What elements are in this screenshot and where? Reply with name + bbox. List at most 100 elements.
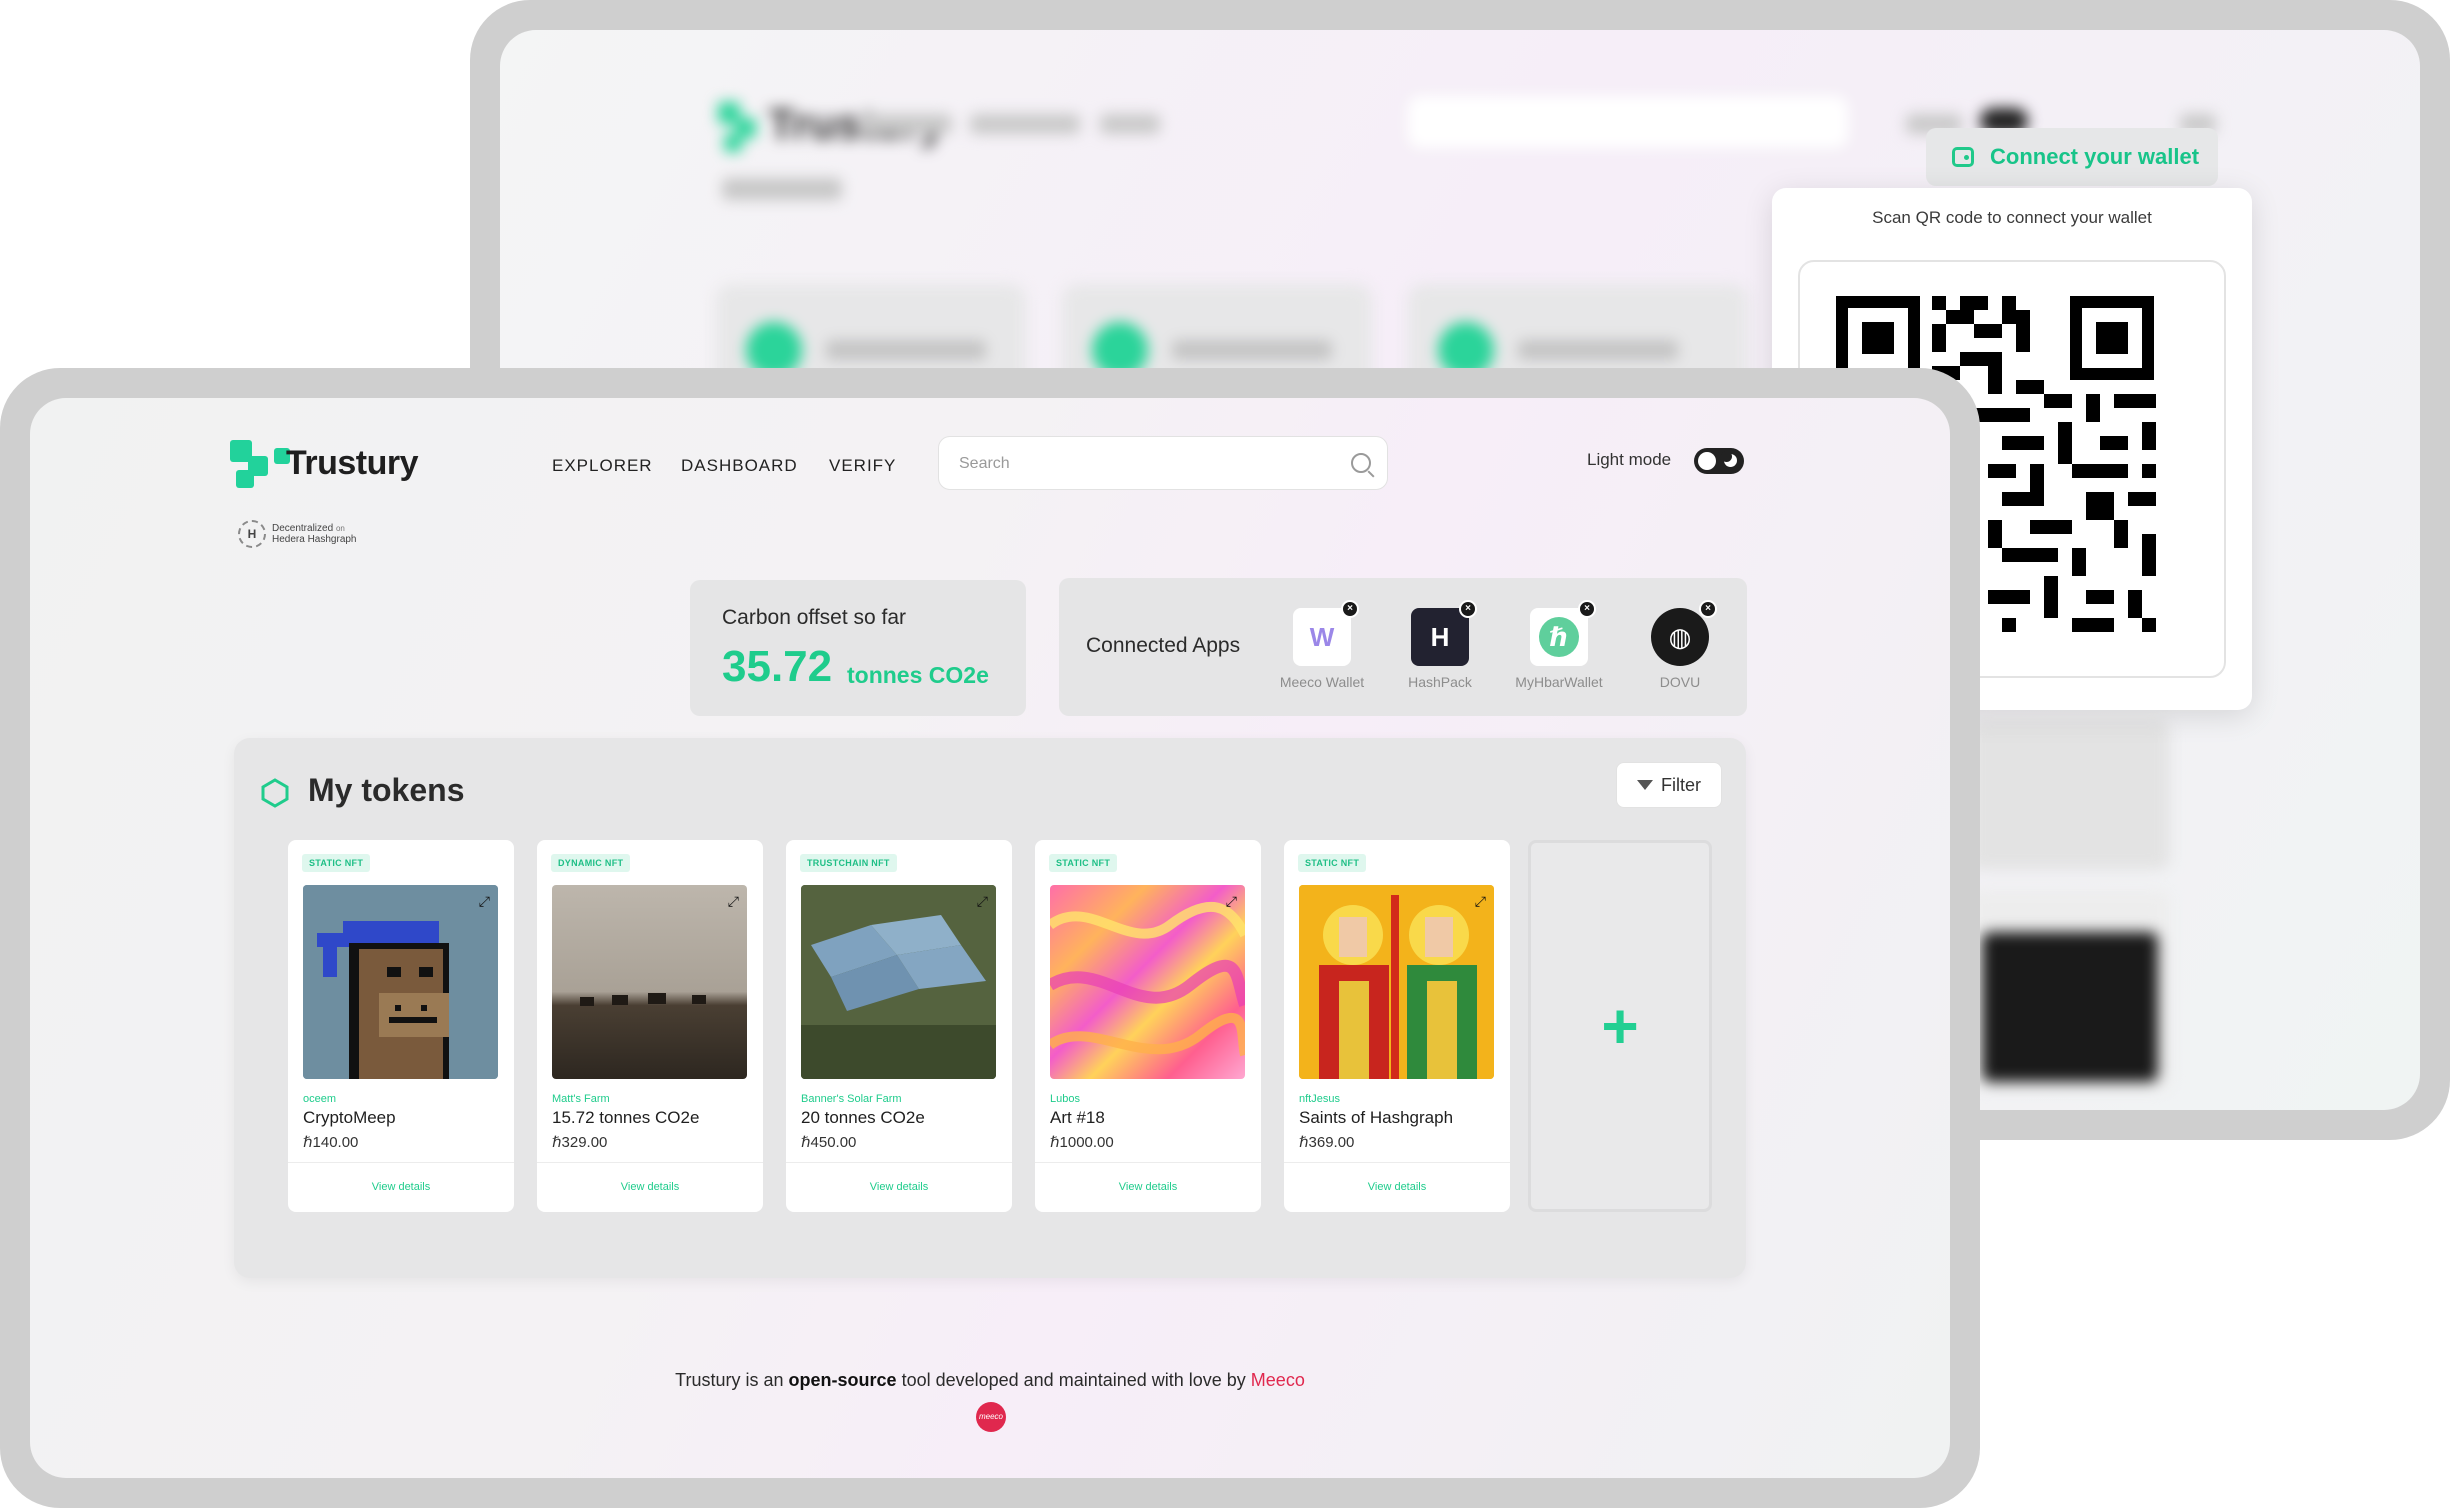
nav-verify[interactable]: VERIFY bbox=[829, 456, 896, 476]
carbon-offset-card: Carbon offset so far 35.72 tonnes CO2e bbox=[690, 580, 1026, 716]
moon-icon bbox=[1721, 451, 1737, 467]
token-card[interactable]: STATIC NFT ⤢ nftJesus Saints of Hashgrap… bbox=[1284, 840, 1510, 1212]
token-image[interactable]: ⤢ bbox=[801, 885, 996, 1079]
nav-dashboard[interactable]: DASHBOARD bbox=[681, 456, 798, 476]
wallet-icon bbox=[1952, 147, 1974, 167]
token-card[interactable]: TRUSTCHAIN NFT ⤢ Banner's Solar Farm 20 … bbox=[786, 840, 1012, 1212]
search-icon[interactable] bbox=[1351, 453, 1371, 473]
hedera-icon: H bbox=[238, 520, 266, 548]
view-details-link[interactable]: View details bbox=[288, 1181, 514, 1193]
footer-text: Trustury is an open-source tool develope… bbox=[675, 1370, 1305, 1390]
add-token-button[interactable]: + bbox=[1528, 840, 1712, 1212]
nav-placeholder bbox=[1100, 114, 1160, 134]
nav-explorer[interactable]: EXPLORER bbox=[552, 456, 653, 476]
card-divider bbox=[1284, 1162, 1510, 1163]
app-myhbarwallet[interactable]: ℏ × MyHbarWallet bbox=[1514, 600, 1604, 690]
card-divider bbox=[537, 1162, 763, 1163]
view-details-link[interactable]: View details bbox=[1035, 1181, 1261, 1193]
token-creator[interactable]: Lubos bbox=[1050, 1093, 1080, 1105]
carbon-value: 35.72 bbox=[722, 642, 833, 691]
app-label: Meeco Wallet bbox=[1279, 674, 1365, 690]
card-divider bbox=[1035, 1162, 1261, 1163]
token-name: 15.72 tonnes CO2e bbox=[552, 1108, 700, 1127]
token-name: 20 tonnes CO2e bbox=[801, 1108, 925, 1127]
card-divider bbox=[288, 1162, 514, 1163]
app-label: HashPack bbox=[1408, 674, 1472, 690]
meeco-link[interactable]: Meeco bbox=[1251, 1370, 1305, 1390]
token-card bbox=[1970, 720, 2170, 870]
token-creator[interactable]: Matt's Farm bbox=[552, 1093, 610, 1105]
token-image[interactable]: ⤢ bbox=[1050, 885, 1245, 1079]
my-tokens-panel: My tokens Filter STATIC NFT ⤢ oceem Cryp… bbox=[234, 738, 1746, 1278]
search-input bbox=[1408, 96, 1848, 148]
token-card[interactable]: STATIC NFT ⤢ oceem CryptoMeep ℏ140.00 Vi… bbox=[288, 840, 514, 1212]
nav-placeholder bbox=[862, 114, 952, 134]
toggle-knob bbox=[1698, 452, 1716, 470]
token-price: ℏ450.00 bbox=[801, 1134, 857, 1151]
hedera-text: Decentralized on Hedera Hashgraph bbox=[272, 523, 357, 545]
view-details-link[interactable]: View details bbox=[786, 1181, 1012, 1193]
token-image bbox=[1982, 932, 2158, 1082]
disconnect-icon[interactable]: × bbox=[1578, 600, 1596, 618]
disconnect-icon[interactable]: × bbox=[1459, 600, 1477, 618]
connect-wallet-label: Connect your wallet bbox=[1990, 144, 2200, 169]
filter-icon bbox=[1637, 780, 1653, 790]
nav-placeholder bbox=[970, 114, 1080, 134]
expand-icon[interactable]: ⤢ bbox=[1475, 893, 1486, 910]
token-type-badge: STATIC NFT bbox=[302, 854, 371, 872]
token-creator[interactable]: oceem bbox=[303, 1093, 336, 1105]
hexagon-icon bbox=[261, 778, 289, 808]
theme-label: Light mode bbox=[1587, 450, 1672, 469]
token-creator[interactable]: Banner's Solar Farm bbox=[801, 1093, 902, 1105]
token-type-badge: STATIC NFT bbox=[1049, 854, 1118, 872]
front-window-screen: Trustury H Decentralized on Hedera Hashg… bbox=[30, 398, 1950, 1478]
disconnect-icon[interactable]: × bbox=[1341, 600, 1359, 618]
expand-icon[interactable]: ⤢ bbox=[977, 893, 988, 910]
saints-image bbox=[1299, 885, 1494, 1079]
app-dovu[interactable]: ◍ × DOVU bbox=[1635, 600, 1725, 690]
app-label: DOVU bbox=[1659, 674, 1701, 690]
connected-apps-card: Connected Apps W × Meeco Wallet H × Hash… bbox=[1059, 578, 1747, 716]
view-details-link[interactable]: View details bbox=[537, 1181, 763, 1193]
app-hashpack[interactable]: H × HashPack bbox=[1395, 600, 1485, 690]
theme-toggle[interactable] bbox=[1694, 448, 1744, 474]
view-details-link[interactable]: View details bbox=[1284, 1181, 1510, 1193]
expand-icon[interactable]: ⤢ bbox=[728, 893, 739, 910]
search-box bbox=[938, 436, 1388, 490]
token-name: Saints of Hashgraph bbox=[1299, 1108, 1454, 1127]
search-input[interactable] bbox=[959, 451, 1339, 477]
token-creator[interactable]: nftJesus bbox=[1299, 1093, 1340, 1105]
pixel-ape-image bbox=[303, 885, 498, 1079]
filter-button[interactable]: Filter bbox=[1616, 762, 1722, 808]
dovu-icon: ◍ × bbox=[1651, 600, 1717, 666]
front-window-frame: Trustury H Decentralized on Hedera Hashg… bbox=[0, 368, 1980, 1508]
open-source-label: open-source bbox=[788, 1370, 897, 1390]
expand-icon[interactable]: ⤢ bbox=[479, 893, 490, 910]
expand-icon[interactable]: ⤢ bbox=[1226, 893, 1237, 910]
hedera-badge: H Decentralized on Hedera Hashgraph bbox=[238, 520, 357, 548]
connected-apps-title: Connected Apps bbox=[1086, 634, 1241, 657]
carbon-title: Carbon offset so far bbox=[722, 606, 907, 629]
app-meeco-wallet[interactable]: W × Meeco Wallet bbox=[1277, 600, 1367, 690]
logo-icon[interactable] bbox=[230, 440, 292, 490]
connect-wallet-button[interactable]: Connect your wallet bbox=[1926, 128, 2218, 186]
brand-name[interactable]: Trustury bbox=[286, 444, 419, 483]
token-image[interactable]: ⤢ bbox=[552, 885, 747, 1079]
token-card[interactable]: DYNAMIC NFT ⤢ Matt's Farm 15.72 tonnes C… bbox=[537, 840, 763, 1212]
meeco-logo[interactable]: meeco bbox=[976, 1402, 1006, 1432]
abstract-art-image bbox=[1050, 902, 1245, 1057]
token-type-badge: TRUSTCHAIN NFT bbox=[800, 854, 897, 872]
app-label: MyHbarWallet bbox=[1515, 674, 1603, 690]
token-card[interactable]: STATIC NFT ⤢ Lubos Art #18 ℏ1000.00 View… bbox=[1035, 840, 1261, 1212]
token-price: ℏ329.00 bbox=[552, 1134, 608, 1151]
hedera-badge bbox=[722, 178, 842, 200]
farm-photo-image bbox=[580, 993, 706, 1006]
token-image[interactable]: ⤢ bbox=[303, 885, 498, 1079]
carbon-unit: tonnes CO2e bbox=[847, 662, 989, 688]
token-name: CryptoMeep bbox=[303, 1108, 396, 1127]
token-price: ℏ140.00 bbox=[303, 1134, 359, 1151]
token-price: ℏ1000.00 bbox=[1050, 1134, 1114, 1151]
disconnect-icon[interactable]: × bbox=[1699, 600, 1717, 618]
plus-icon: + bbox=[1601, 990, 1639, 1062]
token-image[interactable]: ⤢ bbox=[1299, 885, 1494, 1079]
